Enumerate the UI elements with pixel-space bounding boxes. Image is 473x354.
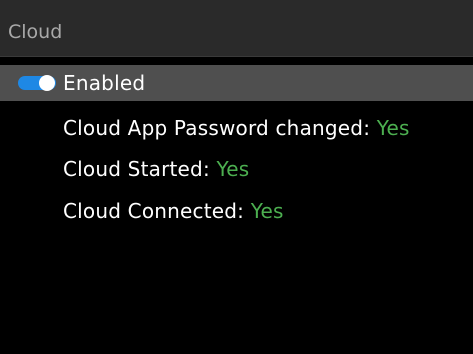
status-value: Yes <box>216 157 250 181</box>
status-text: Cloud Started: Yes <box>63 156 249 182</box>
status-text: Cloud Connected: Yes <box>63 198 284 224</box>
enabled-toggle[interactable] <box>18 75 56 91</box>
status-value: Yes <box>250 199 284 223</box>
status-row-cloud-connected: Cloud Connected: Yes <box>0 193 473 229</box>
status-label: Cloud Started: <box>63 157 217 181</box>
cloud-screen: Cloud Enabled Cloud App Password changed… <box>0 0 473 354</box>
status-value: Yes <box>376 116 410 140</box>
toggle-knob-icon <box>39 75 55 91</box>
enabled-label: Enabled <box>63 71 146 95</box>
title-bar: Cloud <box>0 0 473 57</box>
status-row-cloud-started: Cloud Started: Yes <box>0 151 473 187</box>
status-label: Cloud App Password changed: <box>63 116 377 140</box>
status-text: Cloud App Password changed: Yes <box>63 115 410 141</box>
enabled-row[interactable]: Enabled <box>0 65 473 101</box>
status-row-password-changed: Cloud App Password changed: Yes <box>0 110 473 146</box>
status-label: Cloud Connected: <box>63 199 251 223</box>
page-title: Cloud <box>8 21 63 43</box>
